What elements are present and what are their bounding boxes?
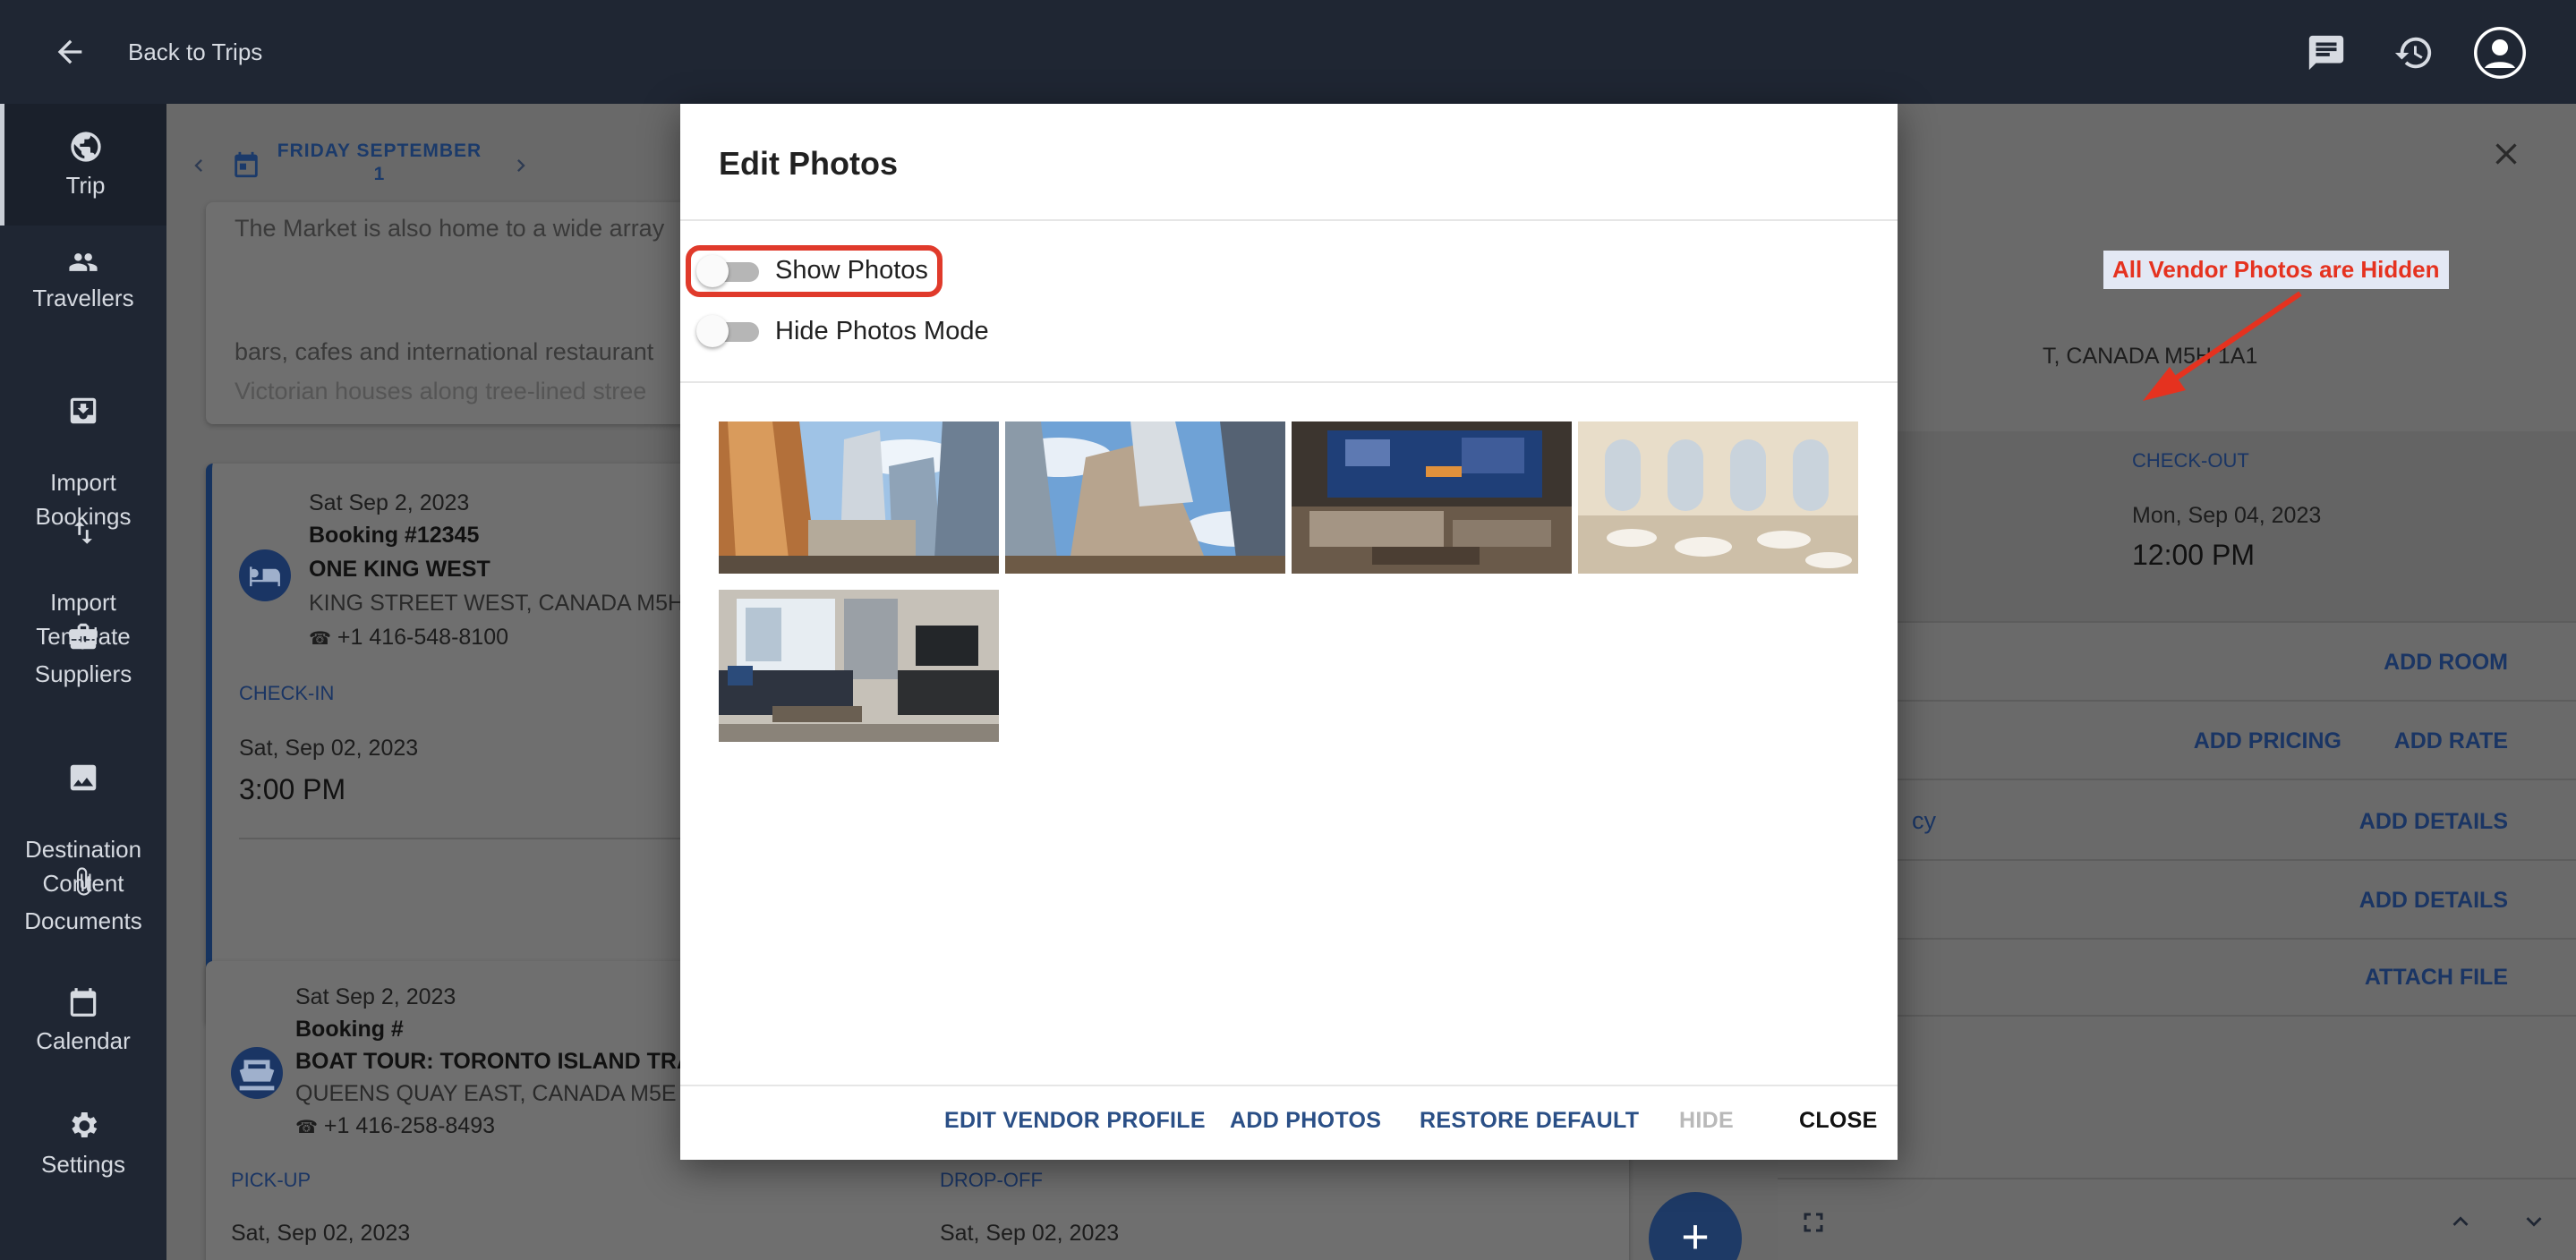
sidebar: Trip Travellers Import Bookings Import T…	[0, 104, 166, 1260]
sidebar-item-documents[interactable]: Documents	[0, 863, 166, 938]
divider	[1778, 1178, 2576, 1179]
toggle-thumb	[696, 315, 729, 347]
chevron-left-icon[interactable]	[186, 150, 211, 181]
hide-button[interactable]: HIDE	[1679, 1108, 1734, 1134]
booking-date: Sat Sep 2, 2023	[295, 984, 456, 1009]
globe-icon	[70, 132, 101, 162]
pickup-date: Sat, Sep 02, 2023	[231, 1221, 411, 1246]
pickup-label: PICK-UP	[231, 1169, 311, 1191]
ferry-icon	[231, 1047, 283, 1099]
chevron-right-icon[interactable]	[508, 150, 533, 181]
checkin-date: Sat, Sep 02, 2023	[239, 736, 419, 761]
booking-name: ONE KING WEST	[309, 557, 490, 582]
hotel-bed-icon	[239, 549, 291, 601]
booking-address: QUEENS QUAY EAST, CANADA M5E 0C	[295, 1081, 712, 1106]
booking-phone: ☎ +1 416-548-8100	[309, 625, 508, 651]
sidebar-item-label: Settings	[41, 1151, 125, 1178]
briefcase-icon	[69, 623, 98, 650]
sidebar-item-label: Suppliers	[34, 660, 132, 687]
booking-phone-number: +1 416-258-8493	[323, 1113, 496, 1138]
close-icon[interactable]	[2488, 136, 2524, 172]
image-icon	[70, 764, 97, 791]
divider	[680, 219, 1898, 221]
edit-photos-dialog: Edit Photos Show Photos Hide Photos Mode	[680, 104, 1898, 1160]
people-icon	[69, 253, 98, 271]
checkout-time: 12:00 PM	[2132, 539, 2255, 571]
sidebar-item-trip[interactable]: Trip	[0, 104, 166, 226]
date-label: FRIDAY SEPTEMBER 1	[277, 140, 482, 184]
add-fab-button[interactable]: +	[1649, 1192, 1742, 1260]
booking-name: BOAT TOUR: TORONTO ISLAND TRANS	[295, 1049, 724, 1074]
import-icon	[70, 397, 97, 424]
chevron-down-icon[interactable]	[2519, 1206, 2549, 1237]
chat-icon[interactable]	[2306, 32, 2347, 73]
vendor-photo[interactable]	[719, 590, 999, 742]
sidebar-item-settings[interactable]: Settings	[0, 1108, 166, 1181]
vendor-photo[interactable]	[719, 421, 999, 574]
hide-photos-mode-label: Hide Photos Mode	[775, 317, 989, 345]
sidebar-item-travellers[interactable]: Travellers	[0, 247, 166, 315]
dialog-actions: EDIT VENDOR PROFILE ADD PHOTOS RESTORE D…	[680, 1086, 1898, 1160]
dropoff-label: DROP-OFF	[940, 1169, 1043, 1191]
swap-icon	[74, 521, 92, 544]
highlight-ring	[686, 245, 943, 297]
user-avatar[interactable]	[2474, 27, 2526, 79]
dialog-title: Edit Photos	[719, 145, 898, 182]
booking-number: Booking #	[295, 1017, 404, 1042]
divider	[680, 381, 1898, 383]
gear-icon	[72, 1112, 98, 1137]
policy-link[interactable]: cy	[1912, 807, 1936, 835]
add-details-button[interactable]: ADD DETAILS	[2359, 888, 2508, 914]
sidebar-item-suppliers[interactable]: Suppliers	[0, 619, 166, 691]
back-arrow-icon[interactable]	[52, 34, 88, 70]
add-details-button[interactable]: ADD DETAILS	[2359, 809, 2508, 835]
sidebar-item-label: Travellers	[32, 285, 134, 311]
paperclip-icon	[76, 867, 91, 896]
checkin-time: 3:00 PM	[239, 773, 346, 805]
sidebar-item-label: Trip	[65, 172, 106, 199]
vendor-photo[interactable]	[1578, 421, 1858, 574]
sidebar-item-label: Calendar	[36, 1027, 131, 1054]
fullscreen-icon[interactable]	[1797, 1206, 1830, 1239]
chevron-up-icon[interactable]	[2445, 1206, 2476, 1237]
vendor-photo[interactable]	[1005, 421, 1285, 574]
add-rate-button[interactable]: ADD RATE	[2394, 728, 2508, 754]
annotation-arrow-icon	[2143, 291, 2302, 401]
intro-text-line: The Market is also home to a wide array	[235, 215, 665, 242]
phone-icon: ☎	[309, 629, 331, 649]
calendar-icon	[70, 988, 97, 1017]
checkin-label: CHECK-IN	[239, 682, 335, 704]
checkout-label: CHECK-OUT	[2132, 449, 2249, 472]
back-to-trips-link[interactable]: Back to Trips	[128, 38, 262, 66]
dropoff-date: Sat, Sep 02, 2023	[940, 1221, 1120, 1246]
booking-phone-number: +1 416-548-8100	[337, 625, 509, 650]
intro-text-line: bars, cafes and international restaurant	[235, 338, 654, 365]
sidebar-item-label: Documents	[24, 907, 142, 934]
add-photos-button[interactable]: ADD PHOTOS	[1230, 1108, 1381, 1134]
intro-text-line: Victorian houses along tree-lined stree	[235, 378, 647, 404]
vendor-photo[interactable]	[1292, 421, 1572, 574]
booking-phone: ☎ +1 416-258-8493	[295, 1113, 495, 1139]
annotation-label: All Vendor Photos are Hidden	[2103, 251, 2449, 289]
attach-file-button[interactable]: ATTACH FILE	[2365, 965, 2508, 991]
booking-date: Sat Sep 2, 2023	[309, 490, 470, 515]
calendar-icon	[235, 151, 258, 178]
close-button[interactable]: CLOSE	[1799, 1108, 1878, 1134]
hide-photos-mode-toggle[interactable]	[696, 313, 761, 349]
history-icon[interactable]	[2393, 32, 2435, 73]
top-bar: Back to Trips	[0, 0, 2576, 104]
restore-default-button[interactable]: RESTORE DEFAULT	[1420, 1108, 1639, 1134]
checkout-date: Mon, Sep 04, 2023	[2132, 503, 2322, 528]
phone-icon: ☎	[295, 1118, 318, 1137]
add-pricing-button[interactable]: ADD PRICING	[2194, 728, 2341, 754]
sidebar-item-calendar[interactable]: Calendar	[0, 984, 166, 1058]
add-room-button[interactable]: ADD ROOM	[2384, 650, 2508, 676]
edit-vendor-profile-button[interactable]: EDIT VENDOR PROFILE	[944, 1108, 1206, 1134]
booking-number: Booking #12345	[309, 523, 480, 548]
booking-address: KING STREET WEST, CANADA M5H 1A	[309, 591, 718, 616]
